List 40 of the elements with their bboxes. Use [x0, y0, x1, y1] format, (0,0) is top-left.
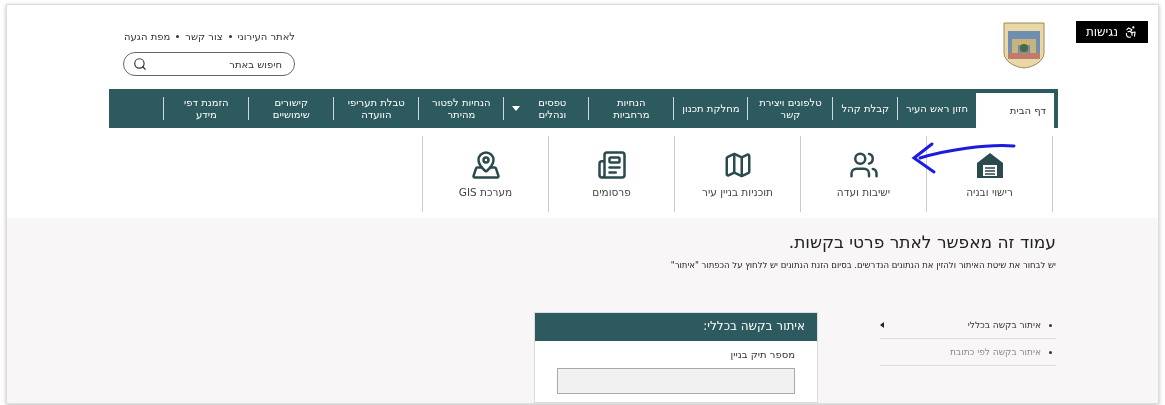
emblem-logo-icon: [1001, 21, 1046, 69]
top-link[interactable]: לאתר העירוני: [237, 31, 295, 42]
nav-tab[interactable]: חזון ראש העיר: [898, 89, 976, 129]
map-pin-icon: [470, 150, 501, 181]
nav-tab[interactable]: טפסים ונהלים: [504, 89, 589, 129]
caret-icon: [512, 106, 521, 112]
nav-tab[interactable]: מחלקת תכנון: [674, 89, 748, 129]
search-icon: [133, 57, 147, 71]
nav-tab[interactable]: טבלת תעריפי הוועדה: [334, 89, 419, 129]
wheelchair-icon: [1124, 25, 1138, 39]
side-menu-item[interactable]: איתור בקשה בכללי: [880, 312, 1056, 339]
bullet-icon: [1049, 350, 1052, 354]
house-icon: [974, 150, 1005, 181]
bullet-icon: [1049, 323, 1052, 327]
field-label: מספר תיק בניין: [729, 348, 796, 360]
separator-dot-icon: [228, 35, 232, 38]
quick-link[interactable]: ישיבות ועדה: [800, 136, 926, 212]
quick-link[interactable]: מערכת GIS: [422, 136, 548, 212]
panel-header: איתור בקשה בכללי:: [535, 313, 817, 341]
input-field[interactable]: [557, 368, 795, 394]
caret-icon: [880, 322, 884, 328]
quick-link[interactable]: רישוי ובניה: [926, 136, 1053, 212]
top-link[interactable]: צור קשר: [185, 31, 223, 42]
side-menu-item[interactable]: איתור בקשה לפי כתובת: [880, 339, 1056, 366]
nav-tab[interactable]: קישורים שימושיים: [249, 89, 334, 129]
nav-tab[interactable]: קבלת קהל: [833, 89, 898, 129]
nav-tab[interactable]: הנחיות מרחביות: [589, 89, 674, 129]
accessibility-button[interactable]: נגישות: [1075, 21, 1148, 43]
nav-tab[interactable]: דף הבית: [976, 93, 1054, 129]
nav-tab[interactable]: הנחיות לפטור מהיתר: [419, 89, 504, 129]
newspaper-icon: [596, 150, 627, 181]
top-link[interactable]: מפת הגעה: [124, 31, 171, 42]
instructions-text: יש לבחור את שיטת האיתור ולהזין את הנתונים הנדרשים. בסיום הזנת הנתונים יש ללחוץ על הכפתור "איתור": [669, 260, 1056, 270]
quick-link[interactable]: פרסומים: [548, 136, 674, 212]
quick-link[interactable]: תוכניות בניין עיר: [674, 136, 800, 212]
search-field[interactable]: חיפוש באתר: [123, 52, 295, 76]
separator-dot-icon: [176, 35, 180, 38]
nav-tab[interactable]: טלפונים ויצירת קשר: [748, 89, 833, 129]
page-title: עמוד זה מאפשר לאתר פרטי בקשות.: [787, 232, 1056, 252]
nav-tab[interactable]: הזמנת דפי מידע: [164, 89, 249, 129]
